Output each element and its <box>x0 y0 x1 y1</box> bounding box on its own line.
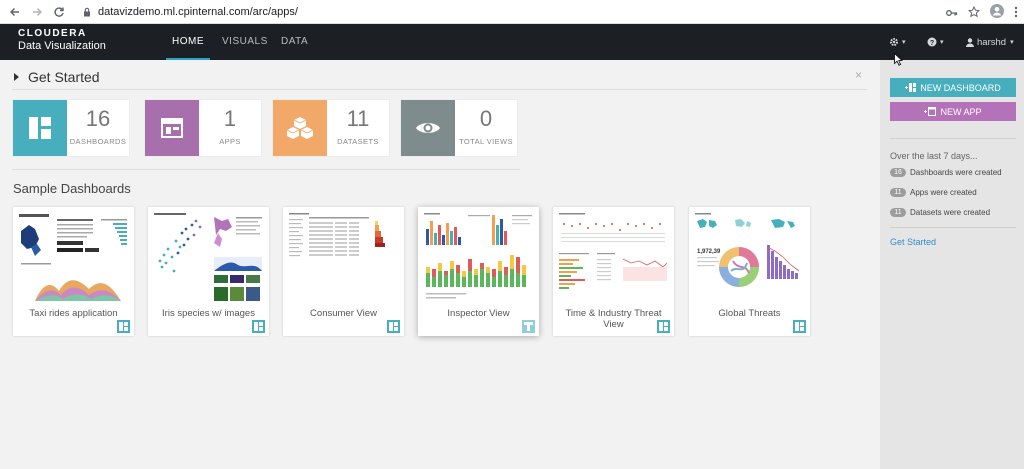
dashboard-card-iris[interactable]: Iris species w/ images <box>148 207 269 336</box>
stat-number: 11 <box>346 106 370 131</box>
stat-card-total-views[interactable]: 0 TOTAL VIEWS <box>401 100 517 156</box>
dashboard-card-consumer[interactable]: Consumer View <box>283 207 404 336</box>
eye-icon <box>401 100 455 156</box>
cloudera-logo[interactable]: CLOUDERA Data Visualization <box>18 28 106 52</box>
caret-right-icon <box>14 73 19 81</box>
stat-card-dashboards[interactable]: 16 DASHBOARDS <box>13 100 129 156</box>
new-app-icon <box>924 107 937 116</box>
address-bar[interactable]: datavizdemo.ml.cpinternal.com/arc/apps/ <box>82 3 984 21</box>
dashboard-card-label: Time & Industry Threat View <box>565 308 662 330</box>
dashboard-thumbnail <box>422 211 535 303</box>
mouse-cursor-icon <box>894 53 903 66</box>
dashboard-thumbnail <box>287 211 400 303</box>
sample-dashboards-title: Sample Dashboards <box>13 181 131 196</box>
activity-text: Datasets were created <box>910 208 991 217</box>
get-started-link[interactable]: Get Started <box>890 237 936 247</box>
activity-row-datasets: 11 Datasets were created <box>890 208 990 217</box>
count-badge: 11 <box>890 208 906 217</box>
browser-toolbar: datavizdemo.ml.cpinternal.com/arc/apps/ <box>0 0 1024 24</box>
dashboard-badge-icon <box>117 320 130 333</box>
user-icon <box>966 37 974 47</box>
new-dashboard-button[interactable]: NEW DASHBOARD <box>890 78 1016 97</box>
dashboard-badge-icon <box>657 320 670 333</box>
stat-number: 16 <box>85 106 111 131</box>
svg-text:?: ? <box>930 40 934 47</box>
stat-number: 0 <box>479 106 493 131</box>
activity-text: Apps were created <box>910 188 977 197</box>
chevron-down-icon: ▾ <box>1010 39 1014 46</box>
dashboard-card-time-industry[interactable]: Time & Industry Threat View <box>553 207 674 336</box>
divider <box>12 169 520 170</box>
dashboard-card-label: Consumer View <box>310 308 377 319</box>
nav-tab-home[interactable]: HOME <box>166 24 210 60</box>
divider <box>12 89 867 90</box>
help-icon: ? <box>927 37 937 47</box>
close-icon[interactable]: × <box>855 68 862 82</box>
dashboard-thumbnail <box>17 211 130 303</box>
browser-menu-icon[interactable] <box>1014 5 1018 23</box>
profile-avatar-icon[interactable] <box>990 4 1004 23</box>
stat-card-apps[interactable]: 1 APPS <box>145 100 261 156</box>
dashboard-card-label: Inspector View <box>447 308 510 319</box>
chevron-down-icon: ▾ <box>902 39 906 46</box>
key-icon[interactable] <box>946 5 958 23</box>
dashboard-badge-icon <box>522 320 535 333</box>
dashboard-badge-icon <box>793 320 806 333</box>
activity-text: Dashboards were created <box>910 168 1002 177</box>
dashboard-icon <box>13 100 67 156</box>
reload-icon[interactable] <box>52 5 66 19</box>
dashboard-card-global-threats[interactable]: 1,972,39 Global Threats <box>689 207 810 336</box>
logo-brand: CLOUDERA <box>18 28 87 39</box>
user-menu[interactable]: harshd ▾ <box>966 24 1014 60</box>
get-started-title: Get Started <box>28 69 100 85</box>
stat-card-datasets[interactable]: 11 DATASETS <box>273 100 389 156</box>
divider <box>890 227 1016 228</box>
activity-subtitle: Over the last 7 days... <box>890 151 978 161</box>
dashboard-thumbnail <box>557 211 670 303</box>
app-header: CLOUDERA Data Visualization HOME VISUALS… <box>0 24 1024 60</box>
new-dashboard-icon <box>905 83 917 92</box>
divider <box>890 138 1016 139</box>
stat-number: 1 <box>223 106 237 131</box>
new-app-button[interactable]: NEW APP <box>890 102 1016 121</box>
new-dashboard-label: NEW DASHBOARD <box>920 82 1001 93</box>
stat-label: APPS <box>219 137 241 146</box>
back-icon[interactable] <box>8 5 22 19</box>
right-sidebar: NEW DASHBOARD NEW APP Over the last 7 da… <box>880 60 1024 469</box>
nav-tab-data[interactable]: DATA <box>281 24 308 60</box>
app-icon <box>145 100 199 156</box>
count-badge: 16 <box>890 168 906 177</box>
stat-label: DASHBOARDS <box>69 137 127 146</box>
dashboard-badge-icon <box>387 320 400 333</box>
dashboard-card-label: Taxi rides application <box>29 308 118 319</box>
new-app-label: NEW APP <box>940 106 982 117</box>
dashboard-badge-icon <box>252 320 265 333</box>
logo-product: Data Visualization <box>18 40 106 52</box>
username: harshd <box>977 36 1007 48</box>
main-content: Get Started × 16 DASHBOARDS 1 APPS 11 DA… <box>0 60 880 469</box>
dashboard-card-taxi[interactable]: Taxi rides application <box>13 207 134 336</box>
count-badge: 11 <box>890 188 906 197</box>
dashboard-thumbnail <box>152 211 265 303</box>
chevron-down-icon: ▾ <box>940 39 944 46</box>
svg-text:1,972,39: 1,972,39 <box>697 249 721 255</box>
nav-tab-visuals[interactable]: VISUALS <box>222 24 267 60</box>
dashboard-thumbnail: 1,972,39 <box>693 211 806 303</box>
get-started-toggle[interactable]: Get Started <box>14 69 100 85</box>
help-menu[interactable]: ? ▾ <box>927 24 944 60</box>
activity-row-dashboards: 16 Dashboards were created <box>890 168 1002 177</box>
lock-icon <box>84 7 90 17</box>
stat-label: TOTAL VIEWS <box>459 137 513 146</box>
dashboard-card-label: Iris species w/ images <box>162 308 255 319</box>
url-text: datavizdemo.ml.cpinternal.com/arc/apps/ <box>98 6 298 18</box>
cubes-icon <box>273 100 327 156</box>
forward-icon[interactable] <box>30 5 44 19</box>
dashboard-card-label: Global Threats <box>718 308 781 319</box>
gear-icon <box>890 38 898 46</box>
activity-row-apps: 11 Apps were created <box>890 188 977 197</box>
dashboard-card-inspector[interactable]: Inspector View <box>418 207 539 336</box>
stat-label: DATASETS <box>337 137 379 146</box>
star-icon[interactable] <box>967 5 981 23</box>
